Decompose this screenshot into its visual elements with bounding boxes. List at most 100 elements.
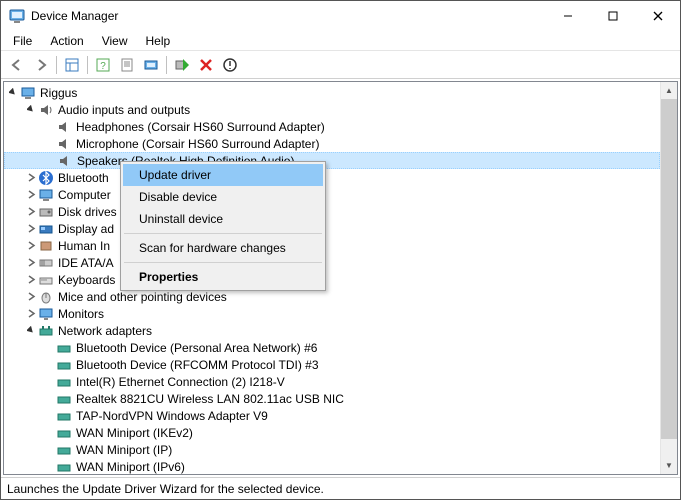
- ctx-label: Scan for hardware changes: [139, 241, 286, 255]
- tree-device-microphone[interactable]: Microphone (Corsair HS60 Surround Adapte…: [4, 135, 660, 152]
- ctx-properties[interactable]: Properties: [123, 266, 323, 288]
- ctx-label: Disable device: [139, 190, 217, 204]
- window-title: Device Manager: [31, 9, 545, 23]
- statusbar-text: Launches the Update Driver Wizard for th…: [7, 482, 324, 496]
- ctx-scan[interactable]: Scan for hardware changes: [123, 237, 323, 259]
- tree-category-display[interactable]: Display ad: [4, 220, 660, 237]
- expander-icon[interactable]: [24, 205, 38, 219]
- tree-label: Monitors: [58, 307, 104, 321]
- toolbar-separator: [56, 56, 57, 74]
- scan-button[interactable]: [140, 54, 162, 76]
- vertical-scrollbar[interactable]: ▲ ▼: [660, 82, 677, 474]
- tree-category-monitors[interactable]: Monitors: [4, 305, 660, 322]
- monitor-icon: [38, 306, 54, 322]
- tree-label: Bluetooth: [58, 171, 109, 185]
- maximize-button[interactable]: [590, 1, 635, 31]
- svg-text:?: ?: [100, 61, 106, 72]
- tree-label: Mice and other pointing devices: [58, 290, 227, 304]
- tree-label: Realtek 8821CU Wireless LAN 802.11ac USB…: [76, 392, 344, 406]
- tree-device-speakers[interactable]: Speakers (Realtek High Definition Audio): [4, 152, 660, 169]
- tree-category-keyboards[interactable]: Keyboards: [4, 271, 660, 288]
- tree-category-network[interactable]: Network adapters: [4, 322, 660, 339]
- tree-category-mice[interactable]: Mice and other pointing devices: [4, 288, 660, 305]
- back-button[interactable]: [6, 54, 28, 76]
- disable-button[interactable]: [195, 54, 217, 76]
- tree-device-wan-ip[interactable]: WAN Miniport (IP): [4, 441, 660, 458]
- menu-action[interactable]: Action: [42, 32, 91, 50]
- expander-icon[interactable]: [24, 239, 38, 253]
- expander-icon[interactable]: [24, 324, 38, 338]
- expander-icon[interactable]: [24, 188, 38, 202]
- tree-category-disk[interactable]: Disk drives: [4, 203, 660, 220]
- net-adapter-icon: [56, 391, 72, 407]
- tree-root[interactable]: Riggus: [4, 84, 660, 101]
- tree-category-hid[interactable]: Human In: [4, 237, 660, 254]
- tree-label: Human In: [58, 239, 110, 253]
- update-driver-button[interactable]: [171, 54, 193, 76]
- audio-icon: [38, 102, 54, 118]
- tree-device-bt-rfcomm[interactable]: Bluetooth Device (RFCOMM Protocol TDI) #…: [4, 356, 660, 373]
- tree-category-bluetooth[interactable]: Bluetooth: [4, 169, 660, 186]
- tree-device-wan-ikev2[interactable]: WAN Miniport (IKEv2): [4, 424, 660, 441]
- tree-category-audio[interactable]: Audio inputs and outputs: [4, 101, 660, 118]
- expander-icon[interactable]: [24, 171, 38, 185]
- minimize-button[interactable]: [545, 1, 590, 31]
- expander-icon[interactable]: [24, 256, 38, 270]
- tree-label: Network adapters: [58, 324, 152, 338]
- tree-device-wan-ipv6[interactable]: WAN Miniport (IPv6): [4, 458, 660, 474]
- expander-icon[interactable]: [24, 307, 38, 321]
- menubar: File Action View Help: [1, 31, 680, 51]
- show-hide-tree-button[interactable]: [61, 54, 83, 76]
- scroll-track[interactable]: [661, 439, 677, 457]
- network-icon: [38, 323, 54, 339]
- tree-label: WAN Miniport (IP): [76, 443, 172, 457]
- window-buttons: [545, 1, 680, 31]
- expander-icon[interactable]: [24, 273, 38, 287]
- close-button[interactable]: [635, 1, 680, 31]
- speaker-icon: [56, 119, 72, 135]
- net-adapter-icon: [56, 374, 72, 390]
- ctx-disable-device[interactable]: Disable device: [123, 186, 323, 208]
- tree-label: Microphone (Corsair HS60 Surround Adapte…: [76, 137, 319, 151]
- context-menu: Update driver Disable device Uninstall d…: [120, 161, 326, 291]
- tree-label: Intel(R) Ethernet Connection (2) I218-V: [76, 375, 285, 389]
- scroll-down-button[interactable]: ▼: [661, 457, 677, 474]
- ctx-update-driver[interactable]: Update driver: [123, 164, 323, 186]
- ctx-label: Properties: [139, 270, 198, 284]
- tree-device-realtek[interactable]: Realtek 8821CU Wireless LAN 802.11ac USB…: [4, 390, 660, 407]
- tree-device-tap[interactable]: TAP-NordVPN Windows Adapter V9: [4, 407, 660, 424]
- disk-icon: [38, 204, 54, 220]
- properties-button[interactable]: [116, 54, 138, 76]
- uninstall-button[interactable]: [219, 54, 241, 76]
- device-manager-window: Device Manager File Action View Help: [0, 0, 681, 500]
- scroll-up-button[interactable]: ▲: [661, 82, 677, 99]
- tree-label: Headphones (Corsair HS60 Surround Adapte…: [76, 120, 325, 134]
- ctx-uninstall-device[interactable]: Uninstall device: [123, 208, 323, 230]
- hid-icon: [38, 238, 54, 254]
- tree-label: Disk drives: [58, 205, 117, 219]
- expander-icon[interactable]: [24, 222, 38, 236]
- display-icon: [38, 221, 54, 237]
- expander-icon[interactable]: [24, 103, 38, 117]
- forward-button[interactable]: [30, 54, 52, 76]
- scroll-thumb[interactable]: [661, 99, 677, 439]
- menu-help[interactable]: Help: [138, 32, 179, 50]
- keyboard-icon: [38, 272, 54, 288]
- tree-device-headphones[interactable]: Headphones (Corsair HS60 Surround Adapte…: [4, 118, 660, 135]
- expander-icon[interactable]: [24, 290, 38, 304]
- menu-file[interactable]: File: [5, 32, 40, 50]
- menu-view[interactable]: View: [94, 32, 136, 50]
- net-adapter-icon: [56, 357, 72, 373]
- expander-icon[interactable]: [6, 86, 20, 100]
- tree-label: Computer: [58, 188, 111, 202]
- tree-category-computer[interactable]: Computer: [4, 186, 660, 203]
- toolbar-separator: [87, 56, 88, 74]
- tree-label: Bluetooth Device (Personal Area Network)…: [76, 341, 317, 355]
- device-tree[interactable]: Riggus Audio inputs and outputs Headphon…: [4, 82, 660, 474]
- tree-device-intel[interactable]: Intel(R) Ethernet Connection (2) I218-V: [4, 373, 660, 390]
- speaker-icon: [57, 153, 73, 169]
- net-adapter-icon: [56, 340, 72, 356]
- tree-category-ide[interactable]: IDE ATA/A: [4, 254, 660, 271]
- tree-device-bt-pan[interactable]: Bluetooth Device (Personal Area Network)…: [4, 339, 660, 356]
- help-button[interactable]: ?: [92, 54, 114, 76]
